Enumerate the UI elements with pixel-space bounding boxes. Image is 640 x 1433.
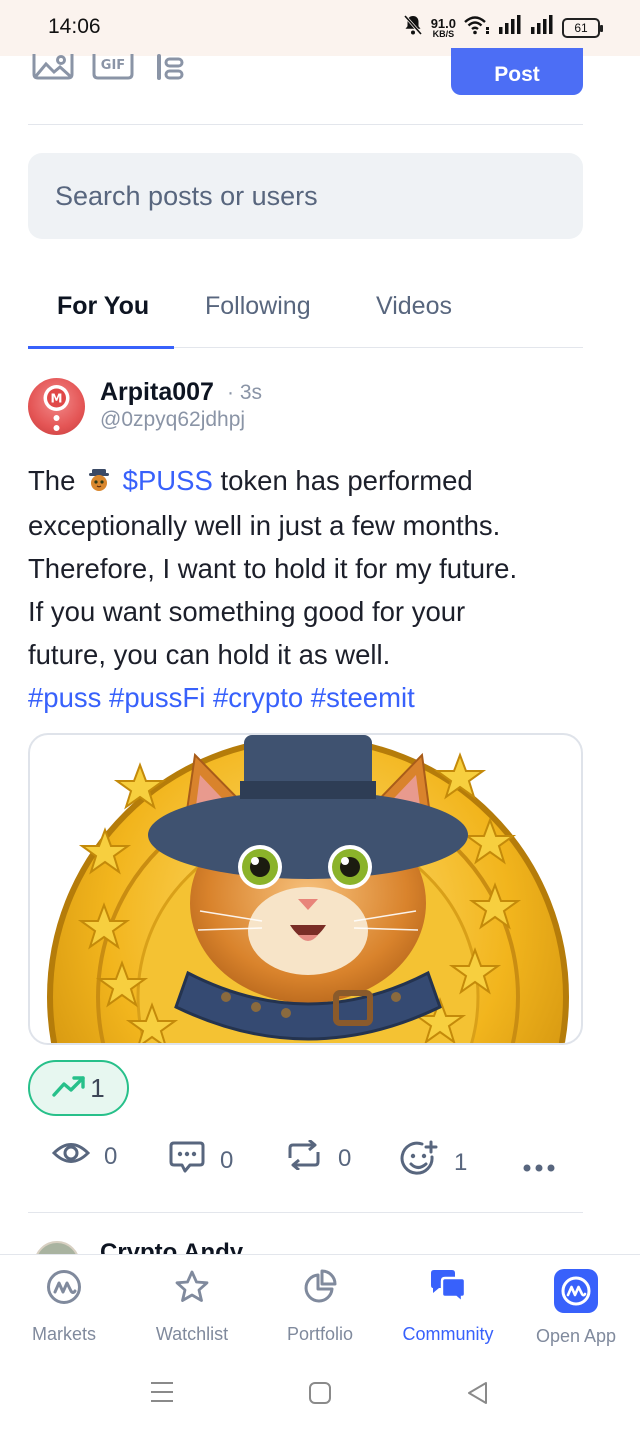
repost-icon [284,1138,324,1177]
home-icon[interactable] [308,1381,332,1410]
post-author[interactable]: Arpita007 [100,378,214,407]
signal-icon-2 [530,15,554,40]
svg-text:M: M [51,392,63,406]
gif-icon[interactable]: GIF [92,54,134,85]
more-icon [522,1152,556,1180]
search-input[interactable] [28,153,583,239]
mute-bell-icon [403,14,423,41]
pie-chart-icon [302,1269,338,1310]
post-button[interactable]: Post [451,48,583,95]
nav-portfolio[interactable]: Portfolio [256,1269,384,1345]
hashtag-link[interactable]: #steemit [311,682,415,713]
post-actions: 0 0 0 1 [0,1138,640,1188]
nav-markets[interactable]: Markets [0,1269,128,1345]
repost-action[interactable]: 0 [284,1138,351,1177]
recent-apps-icon[interactable] [150,1381,174,1408]
app-logo-icon [554,1269,598,1318]
nav-community[interactable]: Community [384,1269,512,1345]
post-text: The $PUSS token has performed exceptiona… [28,459,588,719]
tab-for-you[interactable]: For You [57,292,149,321]
post-image[interactable] [28,733,583,1045]
net-speed: 91.0 KB/S [430,15,456,39]
cat-emoji-icon [87,461,111,504]
post-author[interactable]: Crypto Andy [100,1241,243,1254]
emoji-reaction-action[interactable]: 1 [400,1140,467,1185]
markets-icon [46,1269,82,1310]
star-icon [174,1269,210,1310]
hashtag-link[interactable]: #pussFi [109,682,205,713]
comment-action[interactable]: 0 [168,1140,233,1181]
chat-bubbles-icon [428,1269,468,1310]
token-link[interactable]: $PUSS [123,465,213,496]
tab-following[interactable]: Following [205,292,311,321]
status-time: 14:06 [48,15,101,38]
active-tab-indicator [28,346,174,349]
post-time: · 3s [227,381,263,404]
status-icons: 91.0 KB/S 61 [403,14,603,41]
composer-divider [28,124,583,125]
poll-icon[interactable] [155,54,185,87]
avatar[interactable] [34,1241,80,1254]
hashtag-link[interactable]: #puss [28,682,101,713]
wifi-icon [464,15,490,40]
system-nav-bar [0,1354,640,1433]
image-icon[interactable] [32,54,74,85]
bottom-nav: Markets Watchlist Portfolio Community Op… [0,1254,640,1354]
hashtag-link[interactable]: #crypto [213,682,303,713]
views-action[interactable]: 0 [51,1140,117,1173]
post-handle: @0zpyq62jdhpj [100,408,246,431]
bullish-count: 1 [90,1072,105,1103]
back-icon[interactable] [466,1381,488,1410]
tab-videos[interactable]: Videos [376,292,452,321]
nav-watchlist[interactable]: Watchlist [128,1269,256,1345]
feed-tabs: For You Following Videos [28,274,583,349]
more-options-button[interactable] [522,1152,556,1180]
battery-icon: 61 [562,17,603,38]
eye-icon [51,1140,91,1173]
post-divider [28,1212,583,1213]
svg-text:GIF: GIF [101,58,125,73]
avatar[interactable]: M [28,378,85,435]
add-emoji-icon [400,1140,440,1185]
bullish-reaction-chip[interactable]: 1 [28,1060,129,1116]
trending-up-icon [52,1073,86,1104]
signal-icon [498,15,522,40]
comment-icon [168,1140,206,1181]
nav-open-app[interactable]: Open App [512,1269,640,1347]
next-post-preview[interactable]: Crypto Andy [28,1241,588,1254]
